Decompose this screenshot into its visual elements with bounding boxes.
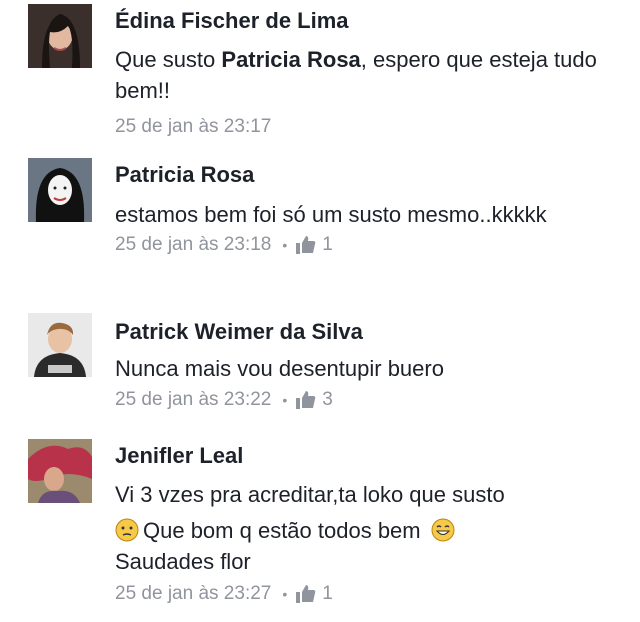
comment-time[interactable]: 25 de jan às 23:18	[115, 232, 271, 258]
grinning-face-icon	[431, 518, 455, 542]
comment-meta: 25 de jan às 23:18 • 1	[115, 232, 630, 258]
meta-separator: •	[282, 237, 288, 253]
comment-text: Vi 3 vzes pra acreditar,ta loko que sust…	[115, 479, 630, 577]
comment-author[interactable]: Édina Fischer de Lima	[115, 7, 630, 35]
comment-line-text: Que bom q estão todos bem	[143, 518, 421, 543]
meta-separator: •	[282, 392, 288, 408]
like-count[interactable]: 1	[322, 232, 333, 258]
comment-author[interactable]: Patrick Weimer da Silva	[115, 318, 630, 346]
comment-time[interactable]: 25 de jan às 23:27	[115, 581, 271, 607]
comment-meta: 25 de jan às 23:27 • 1	[115, 581, 630, 607]
comment-text: Que susto Patricia Rosa, espero que este…	[115, 44, 630, 106]
avatar[interactable]	[28, 313, 92, 377]
thumbs-up-icon[interactable]	[296, 585, 316, 603]
comment-time[interactable]: 25 de jan às 23:22	[115, 387, 271, 413]
avatar-photo-edina	[28, 4, 92, 68]
comment-line: Saudades flor	[115, 549, 251, 574]
comment-line: Que bom q estão todos bem	[115, 515, 630, 546]
comment-author[interactable]: Jenifler Leal	[115, 442, 630, 470]
comment-text: Nunca mais vou desentupir buero	[115, 356, 444, 381]
comment-meta: 25 de jan às 23:22 • 3	[115, 387, 630, 413]
comment-time[interactable]: 25 de jan às 23:17	[115, 114, 271, 140]
mention-link[interactable]: Patricia Rosa	[221, 47, 360, 72]
avatar[interactable]	[28, 158, 92, 222]
confused-face-icon	[115, 518, 139, 542]
avatar-photo-jenifler	[28, 439, 92, 503]
avatar[interactable]	[28, 439, 92, 503]
comment-text-part: Que susto	[115, 47, 222, 72]
avatar-photo-patricia	[28, 158, 92, 222]
avatar-photo-patrick	[28, 313, 92, 377]
like-count[interactable]: 3	[322, 387, 333, 413]
meta-separator: •	[282, 586, 288, 602]
thumbs-up-icon[interactable]	[296, 391, 316, 409]
comment-line: Vi 3 vzes pra acreditar,ta loko que sust…	[115, 482, 505, 507]
comment-text: estamos bem foi só um susto mesmo..kkkkk	[115, 202, 547, 227]
thumbs-up-icon[interactable]	[296, 236, 316, 254]
avatar[interactable]	[28, 4, 92, 68]
like-count[interactable]: 1	[322, 581, 333, 607]
comment-author[interactable]: Patricia Rosa	[115, 161, 630, 189]
comment-meta: 25 de jan às 23:17	[115, 114, 630, 140]
